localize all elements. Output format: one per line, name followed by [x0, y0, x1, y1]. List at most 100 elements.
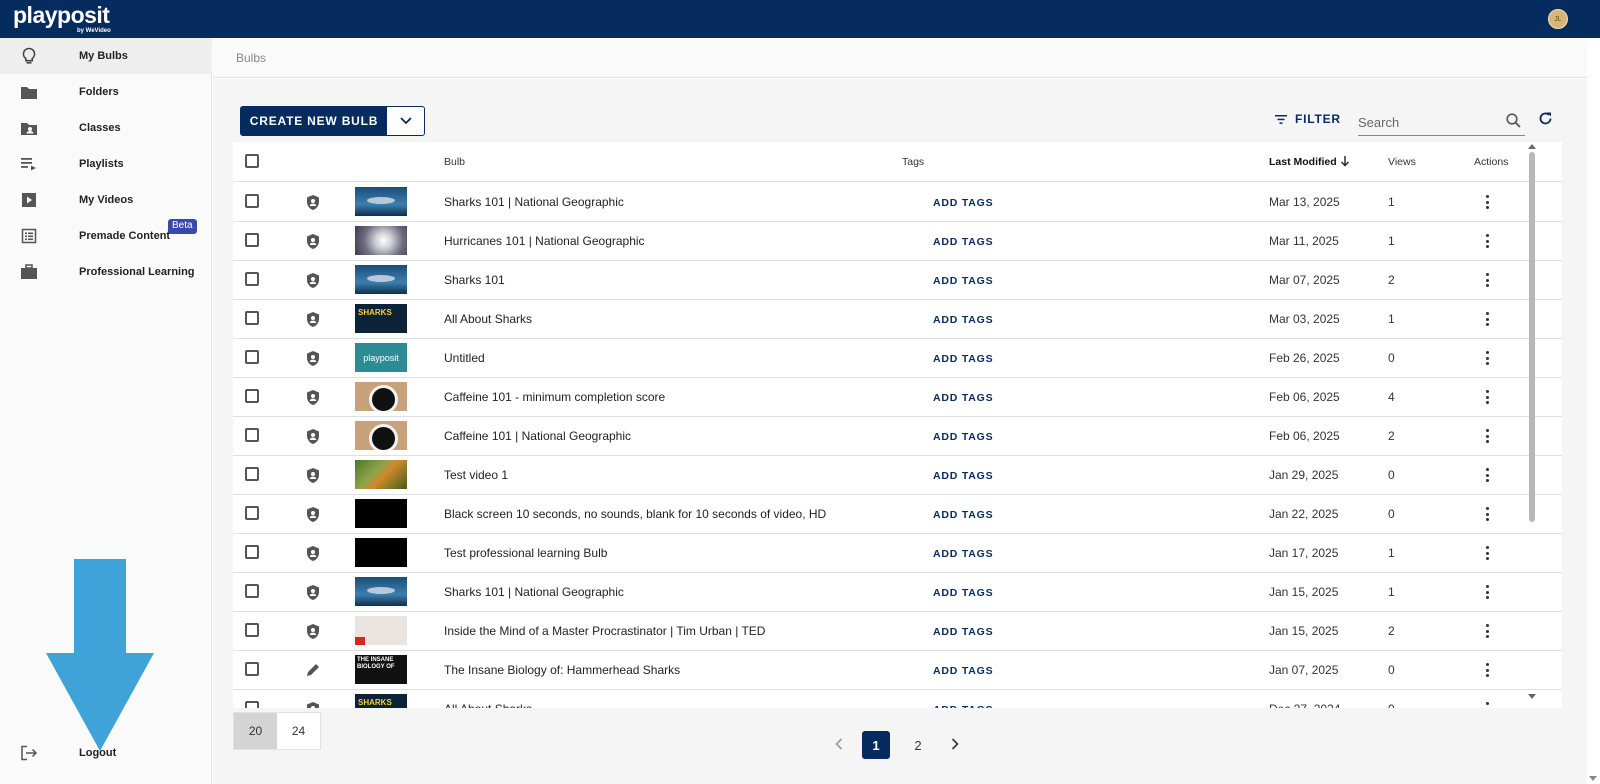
sidebar-item-premade-content[interactable]: Premade Content Beta	[0, 218, 212, 254]
video-thumbnail[interactable]	[355, 382, 407, 411]
table-row[interactable]: Caffeine 101 | National Geographic ADD TA…	[233, 416, 1562, 456]
bulb-title[interactable]: Black screen 10 seconds, no sounds, blan…	[444, 507, 826, 521]
search-icon[interactable]	[1506, 113, 1521, 133]
more-actions-icon[interactable]	[1480, 350, 1494, 366]
bulb-title[interactable]: Sharks 101 | National Geographic	[444, 585, 624, 599]
add-tags-button[interactable]: ADD TAGS	[933, 314, 993, 326]
row-checkbox[interactable]	[245, 233, 259, 247]
more-actions-icon[interactable]	[1480, 272, 1494, 288]
add-tags-button[interactable]: ADD TAGS	[933, 353, 993, 365]
add-tags-button[interactable]: ADD TAGS	[933, 587, 993, 599]
filter-button[interactable]: FILTER	[1275, 112, 1341, 126]
video-thumbnail[interactable]: THE INSANE BIOLOGY OF	[355, 655, 407, 684]
table-scrollbar-thumb[interactable]	[1529, 152, 1535, 522]
more-actions-icon[interactable]	[1480, 545, 1494, 561]
row-checkbox[interactable]	[245, 623, 259, 637]
sidebar-item-my-bulbs[interactable]: My Bulbs	[0, 38, 212, 74]
video-thumbnail[interactable]: playposit	[355, 343, 407, 372]
search-input[interactable]	[1358, 112, 1498, 132]
more-actions-icon[interactable]	[1480, 233, 1494, 249]
row-checkbox[interactable]	[245, 311, 259, 325]
add-tags-button[interactable]: ADD TAGS	[933, 626, 993, 638]
more-actions-icon[interactable]	[1480, 428, 1494, 444]
user-avatar[interactable]: JL	[1548, 9, 1568, 29]
video-thumbnail[interactable]	[355, 460, 407, 489]
add-tags-button[interactable]: ADD TAGS	[933, 275, 993, 287]
video-thumbnail[interactable]	[355, 499, 407, 528]
table-scroll-up-arrow[interactable]	[1528, 144, 1536, 149]
more-actions-icon[interactable]	[1480, 584, 1494, 600]
table-row[interactable]: playposit Untitled ADD TAGS Feb 26, 2025 0	[233, 338, 1562, 378]
video-thumbnail[interactable]	[355, 577, 407, 606]
next-page-chevron-icon[interactable]	[946, 737, 964, 753]
table-row[interactable]: Inside the Mind of a Master Procrastinat…	[233, 611, 1562, 651]
table-row[interactable]: Black screen 10 seconds, no sounds, blan…	[233, 494, 1562, 534]
add-tags-button[interactable]: ADD TAGS	[933, 470, 993, 482]
table-scroll-down-arrow[interactable]	[1528, 694, 1536, 699]
row-checkbox[interactable]	[245, 272, 259, 286]
more-actions-icon[interactable]	[1480, 506, 1494, 522]
table-row[interactable]: Hurricanes 101 | National Geographic ADD …	[233, 221, 1562, 261]
create-new-bulb-button[interactable]: CREATE NEW BULB	[241, 107, 387, 135]
add-tags-button[interactable]: ADD TAGS	[933, 197, 993, 209]
sidebar-item-my-videos[interactable]: My Videos	[0, 182, 212, 218]
table-row[interactable]: Sharks 101 ADD TAGS Mar 07, 2025 2	[233, 260, 1562, 300]
more-actions-icon[interactable]	[1480, 662, 1494, 678]
playposit-logo[interactable]: playposit by WeVideo	[13, 4, 111, 35]
table-row[interactable]: Caffeine 101 - minimum completion score A…	[233, 377, 1562, 417]
bulb-title[interactable]: Test professional learning Bulb	[444, 546, 607, 560]
more-actions-icon[interactable]	[1480, 623, 1494, 639]
page-size-20[interactable]: 20	[234, 713, 277, 749]
video-thumbnail[interactable]	[355, 187, 407, 216]
add-tags-button[interactable]: ADD TAGS	[933, 236, 993, 248]
refresh-icon[interactable]	[1538, 111, 1553, 131]
bulb-title[interactable]: Sharks 101 | National Geographic	[444, 195, 624, 209]
sidebar-item-professional-learning[interactable]: Professional Learning	[0, 254, 212, 290]
sidebar-item-playlists[interactable]: Playlists	[0, 146, 212, 182]
bulb-title[interactable]: Hurricanes 101 | National Geographic	[444, 234, 645, 248]
add-tags-button[interactable]: ADD TAGS	[933, 665, 993, 677]
table-row[interactable]: Test professional learning Bulb ADD TAGS J…	[233, 533, 1562, 573]
video-thumbnail[interactable]	[355, 226, 407, 255]
bulb-title[interactable]: Inside the Mind of a Master Procrastinat…	[444, 624, 765, 638]
page-2-button[interactable]: 2	[904, 731, 932, 759]
row-checkbox[interactable]	[245, 428, 259, 442]
more-actions-icon[interactable]	[1480, 311, 1494, 327]
select-all-checkbox[interactable]	[245, 154, 259, 168]
row-checkbox[interactable]	[245, 194, 259, 208]
bulb-title[interactable]: Caffeine 101 - minimum completion score	[444, 390, 665, 404]
row-checkbox[interactable]	[245, 584, 259, 598]
video-thumbnail[interactable]: SHARKS	[355, 304, 407, 333]
table-row[interactable]: SHARKS All About Sharks ADD TAGS Mar 03, 20…	[233, 299, 1562, 339]
header-bulb[interactable]: Bulb	[444, 156, 465, 168]
table-row[interactable]: Sharks 101 | National Geographic ADD TAGS…	[233, 182, 1562, 222]
row-checkbox[interactable]	[245, 545, 259, 559]
page-size-24[interactable]: 24	[277, 713, 320, 749]
sidebar-item-folders[interactable]: Folders	[0, 74, 212, 110]
row-checkbox[interactable]	[245, 662, 259, 676]
bulb-title[interactable]: Untitled	[444, 351, 485, 365]
add-tags-button[interactable]: ADD TAGS	[933, 548, 993, 560]
video-thumbnail[interactable]	[355, 538, 407, 567]
table-row[interactable]: Test video 1 ADD TAGS Jan 29, 2025 0	[233, 455, 1562, 495]
row-checkbox[interactable]	[245, 506, 259, 520]
video-thumbnail[interactable]	[355, 265, 407, 294]
add-tags-button[interactable]: ADD TAGS	[933, 431, 993, 443]
more-actions-icon[interactable]	[1480, 467, 1494, 483]
add-tags-button[interactable]: ADD TAGS	[933, 509, 993, 521]
row-checkbox[interactable]	[245, 389, 259, 403]
bulb-title[interactable]: All About Sharks	[444, 312, 532, 326]
bulb-title[interactable]: Sharks 101	[444, 273, 505, 287]
bulb-title[interactable]: Test video 1	[444, 468, 508, 482]
header-views[interactable]: Views	[1388, 156, 1416, 168]
bulb-title[interactable]: Caffeine 101 | National Geographic	[444, 429, 631, 443]
more-actions-icon[interactable]	[1480, 389, 1494, 405]
more-actions-icon[interactable]	[1480, 194, 1494, 210]
row-checkbox[interactable]	[245, 467, 259, 481]
video-thumbnail[interactable]	[355, 421, 407, 450]
prev-page-chevron-icon[interactable]	[830, 737, 848, 753]
page-1-button[interactable]: 1	[862, 731, 890, 759]
sidebar-item-classes[interactable]: Classes	[0, 110, 212, 146]
add-tags-button[interactable]: ADD TAGS	[933, 392, 993, 404]
create-options-dropdown[interactable]	[387, 107, 424, 135]
